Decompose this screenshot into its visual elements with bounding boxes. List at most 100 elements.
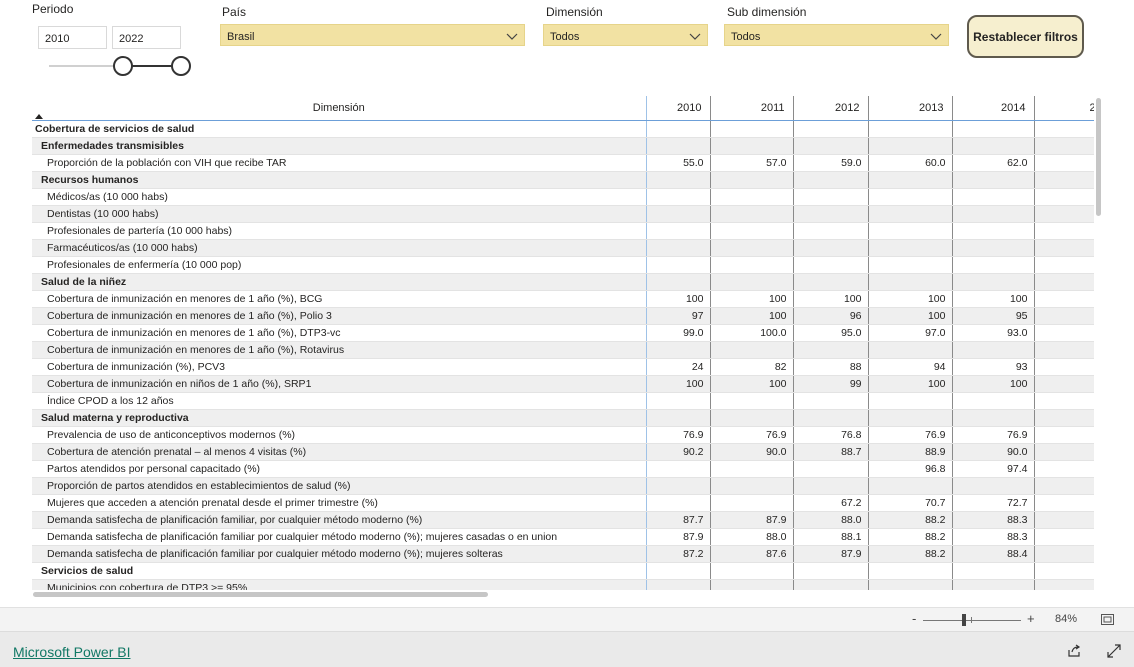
row-indicator-label[interactable]: Prevalencia de uso de anticonceptivos mo… [32, 426, 647, 444]
dimension-dropdown[interactable]: Todos [543, 24, 708, 46]
microsoft-power-bi-link[interactable]: Microsoft Power BI [13, 644, 130, 660]
column-header-year[interactable]: 2015 [1034, 96, 1094, 121]
reset-filters-button[interactable]: Restablecer filtros [967, 15, 1084, 58]
row-indicator-label[interactable]: Cobertura de inmunización en menores de … [32, 307, 647, 325]
table-cell: 7 [1034, 426, 1094, 444]
subdimension-label: Sub dimensión [727, 5, 807, 19]
column-header-year[interactable]: 2010 [646, 96, 711, 121]
table-cell [952, 579, 1035, 590]
table-cell [646, 341, 711, 359]
horizontal-scrollbar[interactable] [33, 592, 488, 597]
periodo-slider-end-handle[interactable] [171, 56, 191, 76]
table-row: Cobertura de inmunización en menores de … [32, 341, 1094, 359]
row-group-label[interactable]: Salud materna y reproductiva [32, 409, 647, 427]
row-indicator-label[interactable]: Demanda satisfecha de planificación fami… [32, 545, 647, 563]
row-indicator-label[interactable]: Proporción de partos atendidos en establ… [32, 477, 647, 495]
zoom-in-button[interactable]: + [1027, 611, 1035, 626]
table-cell [793, 409, 869, 427]
expand-icon[interactable] [1107, 644, 1121, 658]
subdimension-dropdown[interactable]: Todos [724, 24, 949, 46]
table-cell [710, 273, 794, 291]
row-indicator-label[interactable]: Municipios con cobertura de DTP3 >= 95% [32, 579, 647, 590]
table-cell [1034, 205, 1094, 223]
table-cell [793, 222, 869, 240]
table-cell: 76.9 [952, 426, 1035, 444]
zoom-slider-track[interactable] [923, 620, 1021, 621]
table-cell: 99 [793, 375, 869, 393]
pais-dropdown[interactable]: Brasil [220, 24, 525, 46]
table-cell [868, 341, 953, 359]
power-bi-report: Periodo 2010 2022 País Brasil Dimensión … [0, 0, 1134, 667]
table-cell [710, 579, 794, 590]
periodo-start-input[interactable]: 2010 [38, 26, 107, 49]
table-cell [646, 579, 711, 590]
column-header-year[interactable]: 2013 [868, 96, 953, 121]
row-indicator-label[interactable]: Farmacéuticos/as (10 000 habs) [32, 239, 647, 257]
vertical-scrollbar[interactable] [1096, 98, 1101, 216]
row-indicator-label[interactable]: Médicos/as (10 000 habs) [32, 188, 647, 206]
table-cell: 97.4 [952, 460, 1035, 478]
table-cell: 100 [710, 375, 794, 393]
row-indicator-label[interactable]: Cobertura de inmunización (%), PCV3 [32, 358, 647, 376]
table-cell [646, 171, 711, 189]
row-indicator-label[interactable]: Cobertura de inmunización en menores de … [32, 324, 647, 342]
row-indicator-label[interactable]: Profesionales de partería (10 000 habs) [32, 222, 647, 240]
row-indicator-label[interactable]: Demanda satisfecha de planificación fami… [32, 511, 647, 529]
share-icon[interactable] [1067, 644, 1081, 658]
table-cell [710, 239, 794, 257]
table-cell [646, 494, 711, 512]
row-group-label[interactable]: Cobertura de servicios de salud [32, 120, 647, 138]
periodo-slider-start-handle[interactable] [113, 56, 133, 76]
row-indicator-label[interactable]: Proporción de la población con VIH que r… [32, 154, 647, 172]
table-cell: 88.9 [868, 443, 953, 461]
row-indicator-label[interactable]: Cobertura de atención prenatal – al meno… [32, 443, 647, 461]
table-cell [646, 273, 711, 291]
table-row: Prevalencia de uso de anticonceptivos mo… [32, 426, 1094, 444]
row-indicator-label[interactable]: Cobertura de inmunización en menores de … [32, 290, 647, 308]
table-cell [952, 409, 1035, 427]
zoom-slider-handle[interactable] [962, 614, 966, 626]
table-cell [868, 477, 953, 495]
table-cell: 8 [1034, 511, 1094, 529]
row-indicator-label[interactable]: Partos atendidos por personal capacitado… [32, 460, 647, 478]
row-group-label[interactable]: Servicios de salud [32, 562, 647, 580]
dimension-dropdown-value: Todos [550, 31, 580, 43]
table-cell: 87.9 [710, 511, 794, 529]
table-cell [868, 392, 953, 410]
table-cell: 95.0 [793, 324, 869, 342]
table-cell: 72.7 [952, 494, 1035, 512]
row-indicator-label[interactable]: Cobertura de inmunización en menores de … [32, 341, 647, 359]
table-cell [952, 137, 1035, 155]
row-indicator-label[interactable]: Demanda satisfecha de planificación fami… [32, 528, 647, 546]
fit-to-page-icon[interactable] [1101, 614, 1114, 625]
periodo-end-input[interactable]: 2022 [112, 26, 181, 49]
row-group-label[interactable]: Salud de la niñez [32, 273, 647, 291]
data-table: Dimensión 2010 2011 2012 2013 2014 2015 … [32, 96, 1094, 590]
row-indicator-label[interactable]: Profesionales de enfermería (10 000 pop) [32, 256, 647, 274]
table-cell [1034, 375, 1094, 393]
zoom-slider-tick [971, 617, 972, 623]
table-cell [793, 579, 869, 590]
row-indicator-label[interactable]: Dentistas (10 000 habs) [32, 205, 647, 223]
table-cell [710, 562, 794, 580]
table-cell [710, 171, 794, 189]
table-cell [793, 256, 869, 274]
column-header-year[interactable]: 2014 [952, 96, 1035, 121]
column-header-year[interactable]: 2012 [793, 96, 869, 121]
table-cell [868, 273, 953, 291]
column-header-year[interactable]: 2011 [710, 96, 794, 121]
zoom-out-button[interactable]: - [912, 611, 916, 626]
row-indicator-label[interactable]: Cobertura de inmunización en niños de 1 … [32, 375, 647, 393]
table-cell: 96.8 [868, 460, 953, 478]
table-cell: 9 [1034, 460, 1094, 478]
table-cell [1034, 273, 1094, 291]
row-indicator-label[interactable]: Mujeres que acceden a atención prenatal … [32, 494, 647, 512]
row-group-label[interactable]: Enfermedades transmisibles [32, 137, 647, 155]
row-indicator-label[interactable]: Índice CPOD a los 12 años [32, 392, 647, 410]
dimension-label: Dimensión [546, 5, 603, 19]
table-cell: 95 [952, 307, 1035, 325]
row-group-label[interactable]: Recursos humanos [32, 171, 647, 189]
column-header-dimension[interactable]: Dimensión [32, 96, 647, 121]
table-cell: 76.9 [710, 426, 794, 444]
table-cell [1034, 341, 1094, 359]
